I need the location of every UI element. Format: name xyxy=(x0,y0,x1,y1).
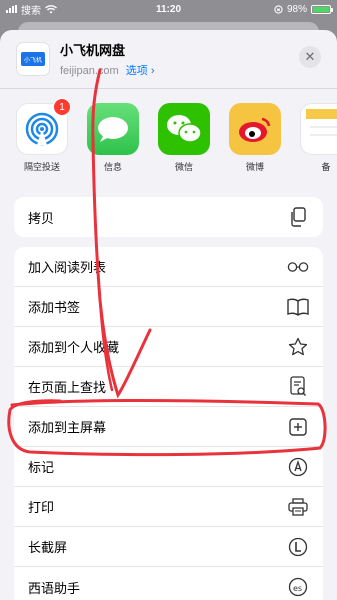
share-app-airdrop[interactable]: 1 隔空投送 xyxy=(14,98,71,199)
header-text: 小飞机网盘 feijipan.com 选项 › xyxy=(60,40,155,78)
translate-icon: es xyxy=(287,576,309,598)
app-label: 微博 xyxy=(245,162,264,172)
site-logo: 小飞机 xyxy=(21,52,45,66)
share-sheet-header: 小飞机 小飞机网盘 feijipan.com 选项 › ✕ xyxy=(0,30,337,88)
page-title: 小飞机网盘 xyxy=(60,43,126,58)
battery-percent: 98% xyxy=(286,3,307,15)
app-label: 信息 xyxy=(103,162,122,172)
l-circle-icon xyxy=(287,536,309,558)
action-label: 打印 xyxy=(28,500,55,515)
pen-icon xyxy=(287,456,309,478)
action-add-to-home-screen[interactable]: 添加到主屏幕 xyxy=(14,407,323,447)
status-bar: 搜索 11:20 98% xyxy=(0,0,337,18)
glasses-icon xyxy=(287,256,309,278)
weibo-icon xyxy=(239,117,271,142)
action-label: 在页面上查找 xyxy=(28,380,107,395)
actions-group: 加入阅读列表 添加书签 添加到个人收藏 在页面上查找 添加到主屏幕 标记 打印 … xyxy=(14,247,323,600)
action-label: 西语助手 xyxy=(28,580,81,596)
wifi-icon xyxy=(45,4,57,13)
action-label: 添加到个人收藏 xyxy=(28,340,120,355)
share-app-weibo[interactable]: 微博 xyxy=(227,103,283,199)
action-copy[interactable]: 拷贝 xyxy=(14,197,323,237)
action-label: 长截屏 xyxy=(28,540,68,555)
header-subtitle: feijipan.com 选项 › xyxy=(60,62,155,78)
action-label: 添加书签 xyxy=(28,300,81,315)
airdrop-tile: 1 xyxy=(16,98,71,155)
status-left: 搜索 xyxy=(6,2,126,17)
messages-icon xyxy=(98,117,128,142)
copy-group: 拷贝 xyxy=(14,197,323,237)
notes-icon xyxy=(306,109,337,136)
site-icon: 小飞机 xyxy=(16,42,50,76)
airdrop-icon xyxy=(25,112,59,146)
close-icon: ✕ xyxy=(304,49,316,64)
close-button[interactable]: ✕ xyxy=(299,46,321,68)
action-label: 加入阅读列表 xyxy=(28,260,107,275)
battery-icon xyxy=(311,4,333,14)
action-long-screenshot[interactable]: 长截屏 xyxy=(14,527,323,567)
weibo-tile xyxy=(229,103,281,155)
action-label: 添加到主屏幕 xyxy=(28,420,107,435)
app-label: 备 xyxy=(321,162,331,172)
star-icon xyxy=(287,336,309,358)
share-apps-row: 1 隔空投送 信息 微信 微博 备 xyxy=(0,89,337,199)
action-translate[interactable]: 西语助手 es xyxy=(14,567,323,600)
share-app-wechat[interactable]: 微信 xyxy=(156,103,212,199)
notes-tile xyxy=(300,103,337,155)
battery-level-fill xyxy=(313,6,329,12)
add-square-icon xyxy=(287,416,309,438)
printer-icon xyxy=(287,496,309,518)
copy-icon xyxy=(287,206,309,228)
find-doc-icon xyxy=(287,375,309,398)
share-sheet: 小飞机 小飞机网盘 feijipan.com 选项 › ✕ 1 隔空投送 信息 … xyxy=(0,30,337,600)
share-app-messages[interactable]: 信息 xyxy=(85,103,141,199)
action-label: 标记 xyxy=(28,460,55,475)
action-print[interactable]: 打印 xyxy=(14,487,323,527)
svg-text:es: es xyxy=(293,584,302,593)
options-link[interactable]: 选项 › xyxy=(126,65,155,77)
airdrop-badge: 1 xyxy=(53,98,71,116)
action-label: 拷贝 xyxy=(28,210,55,226)
signal-icon xyxy=(6,5,17,13)
action-reading-list[interactable]: 加入阅读列表 xyxy=(14,247,323,287)
book-icon xyxy=(287,296,309,318)
page-domain: feijipan.com xyxy=(60,65,119,77)
app-label: 微信 xyxy=(174,162,193,172)
share-app-notes[interactable]: 备 xyxy=(298,103,337,199)
status-time: 11:20 xyxy=(155,3,182,15)
status-right: 98% xyxy=(211,3,333,15)
wechat-icon xyxy=(167,115,202,143)
messages-tile xyxy=(87,103,139,155)
action-add-favorites[interactable]: 添加到个人收藏 xyxy=(14,327,323,367)
rotation-lock-icon xyxy=(274,4,283,14)
wechat-tile xyxy=(158,103,210,155)
action-find-on-page[interactable]: 在页面上查找 xyxy=(14,367,323,407)
app-label: 隔空投送 xyxy=(23,162,60,172)
back-to-search-label[interactable]: 搜索 xyxy=(21,2,41,17)
action-markup[interactable]: 标记 xyxy=(14,447,323,487)
action-bookmark[interactable]: 添加书签 xyxy=(14,287,323,327)
